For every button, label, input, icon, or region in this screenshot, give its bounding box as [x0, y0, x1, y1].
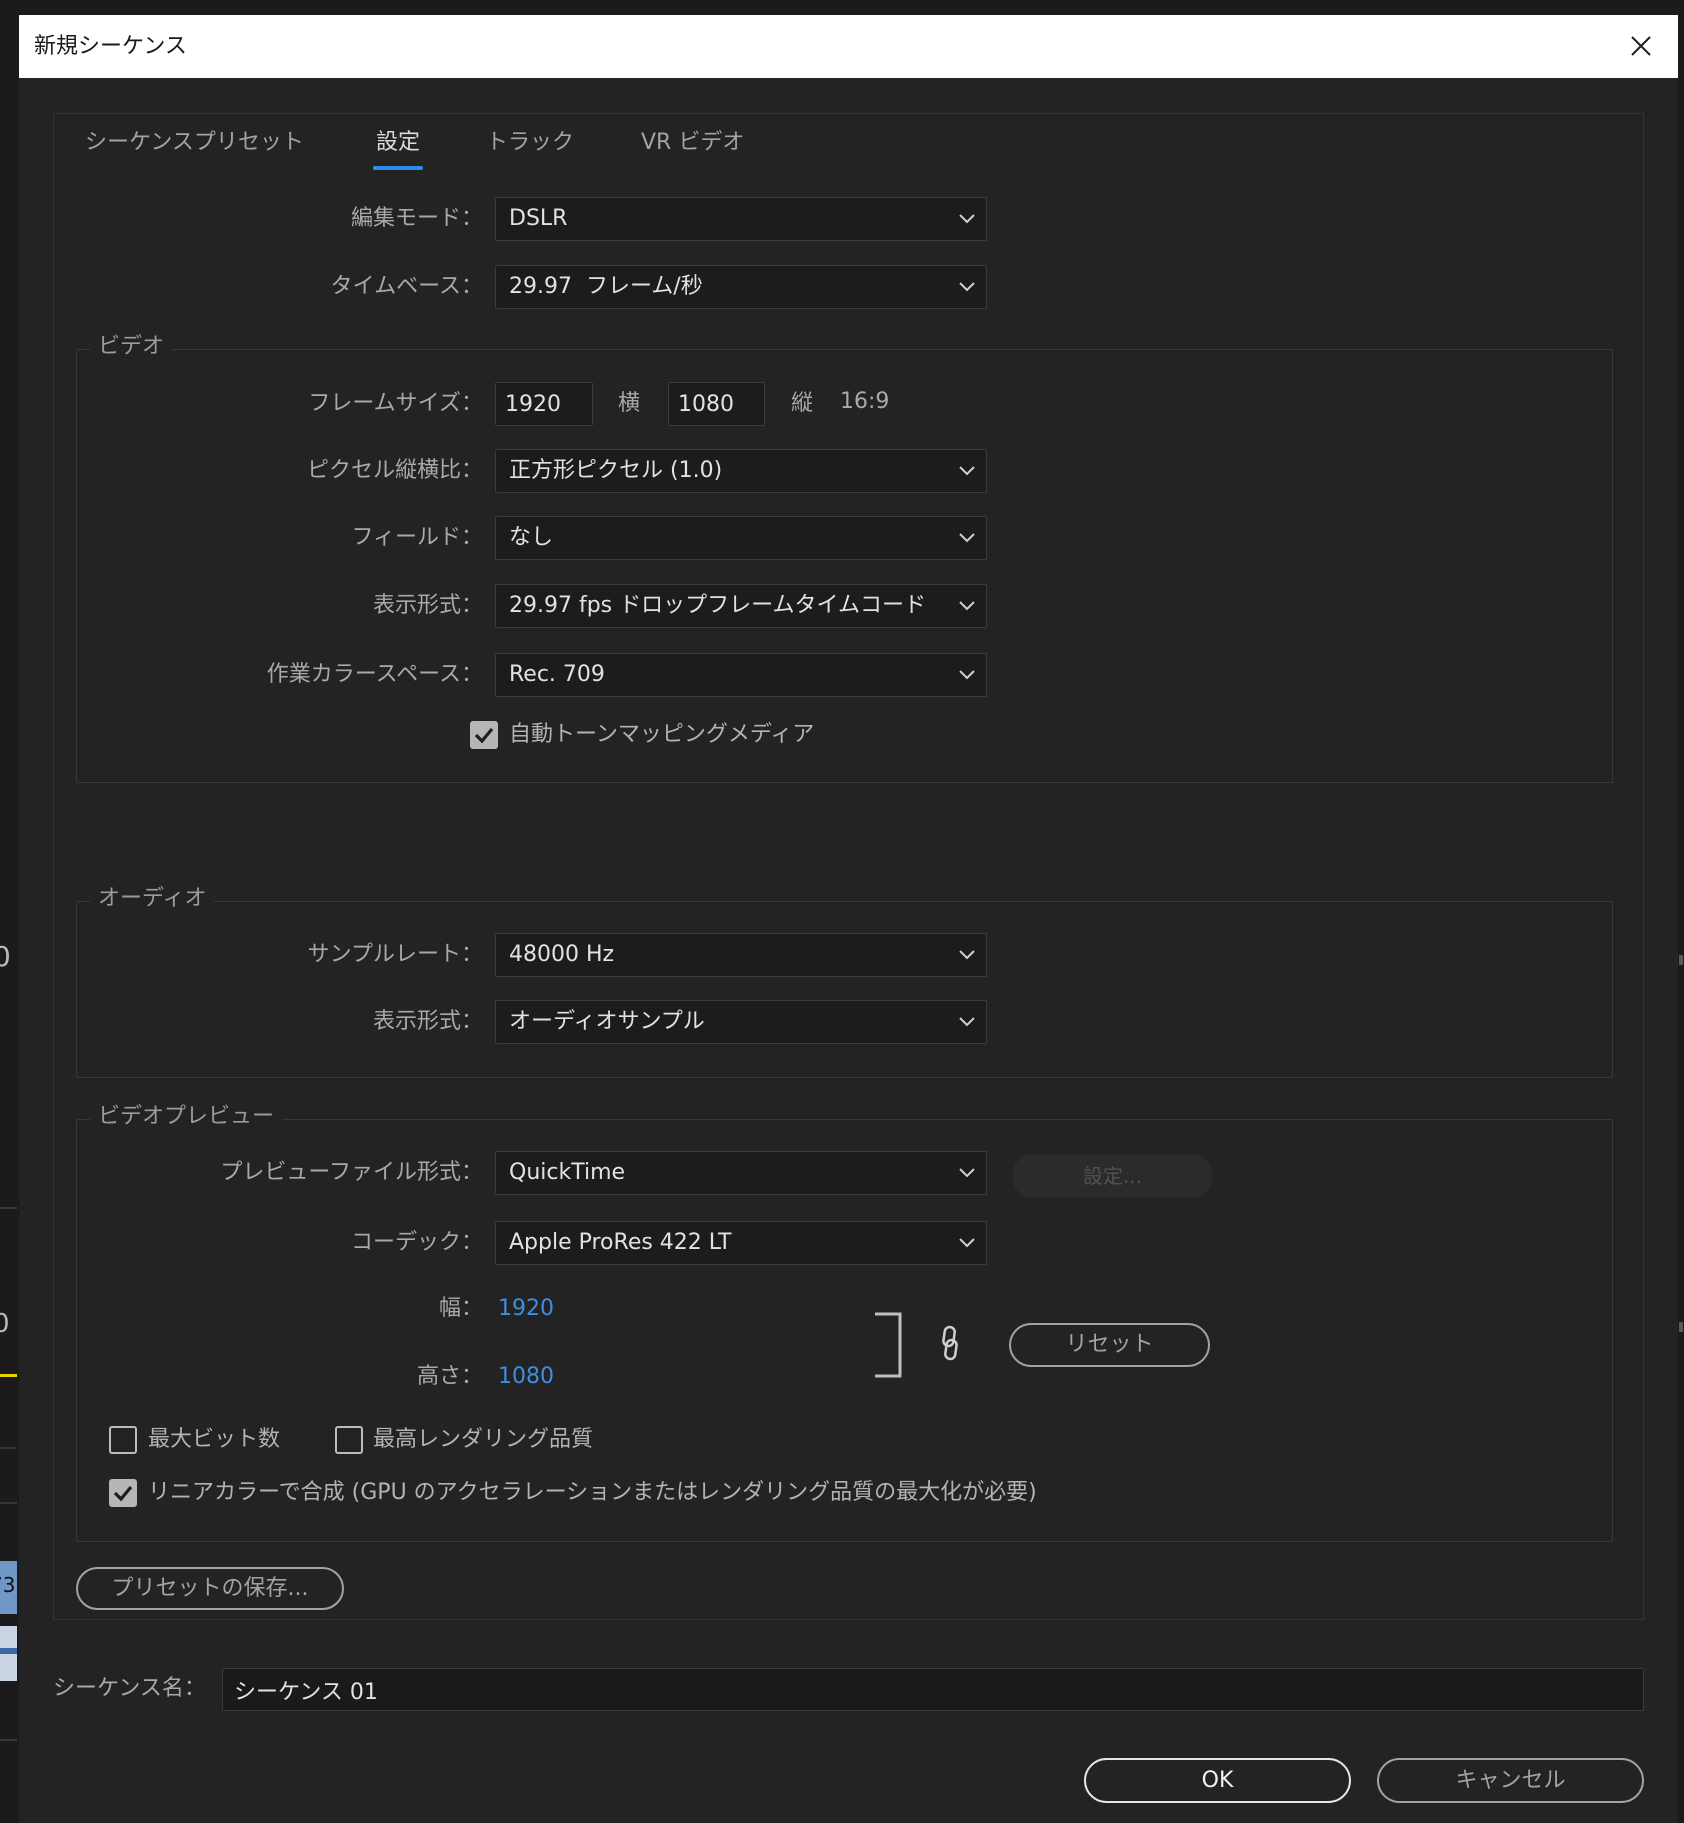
chevron-down-icon [959, 533, 975, 543]
dialog-titlebar [19, 15, 1678, 78]
checkmark-icon [113, 1485, 133, 1502]
chevron-down-icon [959, 214, 975, 224]
sequence-name-input[interactable] [222, 1668, 1644, 1711]
preview-width-label: 幅： [438, 1296, 483, 1321]
frame-height-unit: 縦 [791, 391, 814, 416]
active-tab-indicator [373, 166, 423, 170]
background-divider [0, 1739, 17, 1741]
frame-width-unit: 横 [618, 391, 641, 416]
timebase-value: 29.97 フレーム/秒 [509, 274, 703, 299]
linear-color-label: リニアカラーで合成 (GPU のアクセラレーションまたはレンダリング品質の最大化… [148, 1480, 1037, 1505]
timebase-label: タイムベース： [330, 274, 483, 299]
chevron-down-icon [959, 282, 975, 292]
background-clip-band [0, 1648, 17, 1654]
background-playhead-line [0, 1374, 17, 1377]
video-group-legend: ビデオ [90, 332, 173, 362]
background-fragment: 73 [0, 1573, 16, 1597]
max-bit-depth-checkbox[interactable] [109, 1426, 137, 1454]
link-icon[interactable] [939, 1325, 961, 1361]
aspect-ratio-readout: 16:9 [840, 389, 890, 414]
codec-settings-button[interactable]: 設定... [1012, 1154, 1213, 1198]
audio-display-format-value: オーディオサンプル [509, 1009, 705, 1034]
auto-tone-mapping-label: 自動トーンマッピングメディア [509, 722, 815, 747]
save-preset-button[interactable]: プリセットの保存... [76, 1567, 344, 1610]
color-space-label: 作業カラースペース： [266, 662, 483, 687]
tab-settings[interactable]: 設定 [376, 128, 420, 158]
chevron-down-icon [959, 601, 975, 611]
tab-vr-video[interactable]: VR ビデオ [641, 128, 744, 158]
video-preview-group-legend: ビデオプレビュー [90, 1102, 283, 1132]
background-fragment: 0 [0, 940, 11, 973]
cancel-button[interactable]: キャンセル [1377, 1758, 1644, 1803]
tab-sequence-presets[interactable]: シーケンスプリセット [85, 128, 304, 158]
background-fragment: 0 [0, 1309, 10, 1339]
sample-rate-label: サンプルレート： [307, 942, 483, 967]
background-divider [0, 1447, 17, 1449]
audio-display-format-label: 表示形式： [372, 1009, 483, 1034]
frame-width-input[interactable] [495, 382, 593, 426]
preview-file-format-value: QuickTime [509, 1160, 626, 1185]
video-display-format-value: 29.97 fps ドロップフレームタイムコード [509, 593, 927, 618]
chevron-down-icon [959, 1017, 975, 1027]
chevron-down-icon [959, 1238, 975, 1248]
codec-value: Apple ProRes 422 LT [509, 1230, 732, 1255]
preview-file-format-label: プレビューファイル形式： [220, 1160, 483, 1185]
dialog-title: 新規シーケンス [34, 34, 187, 59]
preview-height-label: 高さ： [416, 1364, 483, 1389]
chevron-down-icon [959, 950, 975, 960]
ok-button[interactable]: OK [1084, 1758, 1351, 1803]
max-bit-depth-label: 最大ビット数 [148, 1427, 281, 1452]
background-divider [0, 1502, 17, 1504]
chevron-down-icon [959, 1168, 975, 1178]
codec-label: コーデック： [350, 1230, 483, 1255]
close-icon[interactable] [1629, 34, 1653, 58]
background-fragment-mark [1679, 1322, 1683, 1332]
fields-dropdown[interactable]: なし [495, 516, 987, 560]
edit-mode-label: 編集モード： [350, 206, 483, 231]
background-fragment-mark [1679, 955, 1683, 965]
pixel-aspect-dropdown[interactable]: 正方形ピクセル (1.0) [495, 449, 987, 493]
chevron-down-icon [959, 466, 975, 476]
auto-tone-mapping-checkbox[interactable] [470, 721, 498, 749]
codec-dropdown[interactable]: Apple ProRes 422 LT [495, 1221, 987, 1265]
chevron-down-icon [959, 670, 975, 680]
color-space-dropdown[interactable]: Rec. 709 [495, 653, 987, 697]
reset-button[interactable]: リセット [1009, 1323, 1210, 1367]
tab-tracks[interactable]: トラック [486, 128, 574, 158]
edit-mode-value: DSLR [509, 206, 568, 231]
constrain-bracket-icon [875, 1312, 902, 1378]
audio-group-legend: オーディオ [90, 884, 215, 914]
video-display-format-label: 表示形式： [372, 593, 483, 618]
max-render-quality-label: 最高レンダリング品質 [373, 1427, 594, 1452]
audio-display-format-dropdown[interactable]: オーディオサンプル [495, 1000, 987, 1044]
fields-label: フィールド： [351, 525, 483, 550]
color-space-value: Rec. 709 [509, 662, 605, 687]
sample-rate-value: 48000 Hz [509, 942, 615, 967]
preview-width-value[interactable]: 1920 [498, 1287, 554, 1331]
fields-value: なし [509, 525, 554, 550]
timebase-dropdown[interactable]: 29.97 フレーム/秒 [495, 265, 987, 309]
audio-group [76, 901, 1613, 1078]
background-clip: 73 [0, 1561, 17, 1614]
edit-mode-dropdown[interactable]: DSLR [495, 197, 987, 241]
pixel-aspect-label: ピクセル縦横比： [306, 458, 483, 483]
pixel-aspect-value: 正方形ピクセル (1.0) [509, 458, 723, 483]
sequence-name-label: シーケンス名： [53, 1676, 206, 1701]
max-render-quality-checkbox[interactable] [335, 1426, 363, 1454]
sample-rate-dropdown[interactable]: 48000 Hz [495, 933, 987, 977]
preview-file-format-dropdown[interactable]: QuickTime [495, 1151, 987, 1195]
background-divider [0, 1207, 17, 1209]
frame-size-label: フレームサイズ： [308, 391, 483, 416]
preview-height-value[interactable]: 1080 [498, 1355, 554, 1399]
checkmark-icon [474, 727, 494, 744]
linear-color-checkbox[interactable] [109, 1479, 137, 1507]
frame-height-input[interactable] [668, 382, 765, 426]
video-display-format-dropdown[interactable]: 29.97 fps ドロップフレームタイムコード [495, 584, 987, 628]
